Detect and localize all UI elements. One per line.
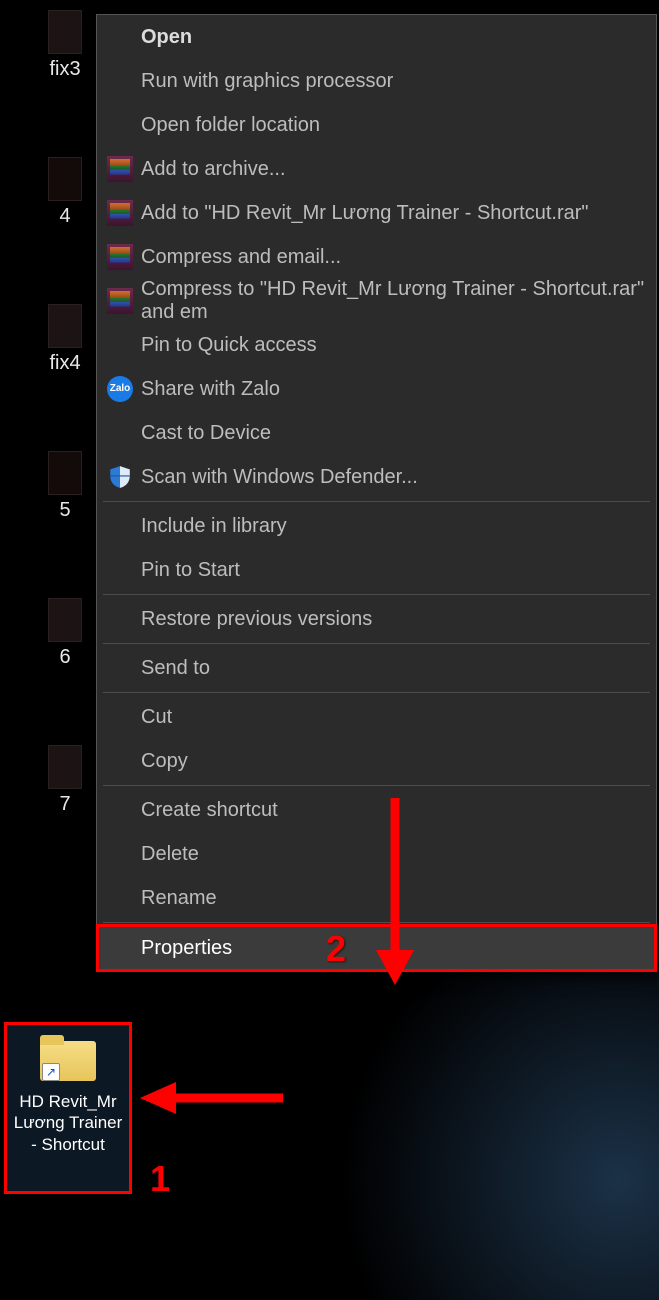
selected-shortcut[interactable]: ↗ HD Revit_Mr Lương Trainer - Shortcut xyxy=(4,1022,132,1194)
menu-cast-device[interactable]: Cast to Device xyxy=(97,411,656,455)
menu-label: Scan with Windows Defender... xyxy=(141,466,418,489)
menu-label: Compress to "HD Revit_Mr Lương Trainer -… xyxy=(141,278,656,324)
menu-open-location[interactable]: Open folder location xyxy=(97,103,656,147)
menu-restore-versions[interactable]: Restore previous versions xyxy=(97,597,656,641)
menu-label: Share with Zalo xyxy=(141,378,280,401)
menu-include-library[interactable]: Include in library xyxy=(97,504,656,548)
menu-separator xyxy=(103,692,650,693)
menu-open[interactable]: Open xyxy=(97,15,656,59)
menu-separator xyxy=(103,594,650,595)
file-thumbnail-icon xyxy=(48,157,82,201)
desktop-file-fix3[interactable]: fix3 xyxy=(30,10,100,81)
desktop-file-label: 4 xyxy=(59,205,70,228)
file-thumbnail-icon xyxy=(48,598,82,642)
desktop-file-fix4[interactable]: fix4 xyxy=(30,304,100,375)
menu-add-named-rar[interactable]: Add to "HD Revit_Mr Lương Trainer - Shor… xyxy=(97,191,656,235)
defender-shield-icon xyxy=(107,464,133,490)
file-thumbnail-icon xyxy=(48,10,82,54)
menu-label: Add to "HD Revit_Mr Lương Trainer - Shor… xyxy=(141,202,589,225)
menu-scan-defender[interactable]: Scan with Windows Defender... xyxy=(97,455,656,499)
menu-rename[interactable]: Rename xyxy=(97,876,656,920)
menu-separator xyxy=(103,922,650,923)
winrar-icon xyxy=(107,288,133,314)
desktop-file-5[interactable]: 5 xyxy=(30,451,100,522)
file-thumbnail-icon xyxy=(48,304,82,348)
zalo-icon: Zalo xyxy=(107,376,133,402)
shortcut-overlay-icon: ↗ xyxy=(42,1063,60,1081)
menu-separator xyxy=(103,501,650,502)
annotation-step-2: 2 xyxy=(326,928,346,970)
desktop-file-7[interactable]: 7 xyxy=(30,745,100,816)
desktop-file-label: 7 xyxy=(59,793,70,816)
menu-separator xyxy=(103,643,650,644)
menu-separator xyxy=(103,785,650,786)
desktop-icons-column: fix3 4 fix4 5 6 7 xyxy=(30,0,100,846)
desktop-file-6[interactable]: 6 xyxy=(30,598,100,669)
menu-run-gpu[interactable]: Run with graphics processor xyxy=(97,59,656,103)
menu-copy[interactable]: Copy xyxy=(97,739,656,783)
menu-share-zalo[interactable]: Zalo Share with Zalo xyxy=(97,367,656,411)
winrar-icon xyxy=(107,244,133,270)
context-menu: Open Run with graphics processor Open fo… xyxy=(96,14,657,972)
menu-delete[interactable]: Delete xyxy=(97,832,656,876)
menu-compress-email[interactable]: Compress and email... xyxy=(97,235,656,279)
desktop-file-label: fix4 xyxy=(49,352,80,375)
menu-compress-named[interactable]: Compress to "HD Revit_Mr Lương Trainer -… xyxy=(97,279,656,323)
menu-properties[interactable]: Properties xyxy=(97,925,656,971)
folder-shortcut-icon: ↗ xyxy=(38,1035,98,1083)
annotation-step-1: 1 xyxy=(150,1158,170,1200)
winrar-icon xyxy=(107,156,133,182)
menu-create-shortcut[interactable]: Create shortcut xyxy=(97,788,656,832)
desktop-file-label: 5 xyxy=(59,499,70,522)
shortcut-label: HD Revit_Mr Lương Trainer - Shortcut xyxy=(7,1091,129,1155)
menu-cut[interactable]: Cut xyxy=(97,695,656,739)
winrar-icon xyxy=(107,200,133,226)
desktop-file-label: fix3 xyxy=(49,58,80,81)
file-thumbnail-icon xyxy=(48,451,82,495)
menu-send-to[interactable]: Send to xyxy=(97,646,656,690)
menu-add-archive[interactable]: Add to archive... xyxy=(97,147,656,191)
desktop-file-4[interactable]: 4 xyxy=(30,157,100,228)
annotation-arrow-left-icon xyxy=(138,1078,288,1118)
menu-label: Compress and email... xyxy=(141,246,341,269)
desktop-file-label: 6 xyxy=(59,646,70,669)
menu-pin-quick-access[interactable]: Pin to Quick access xyxy=(97,323,656,367)
file-thumbnail-icon xyxy=(48,745,82,789)
menu-pin-start[interactable]: Pin to Start xyxy=(97,548,656,592)
menu-label: Add to archive... xyxy=(141,158,286,181)
